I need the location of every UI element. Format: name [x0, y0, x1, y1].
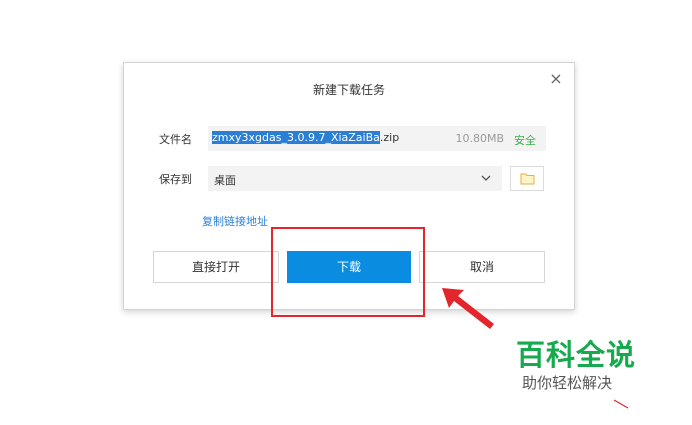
cancel-button[interactable]: 取消 [419, 251, 545, 283]
watermark-subtitle: 助你轻松解决 [522, 374, 613, 392]
file-size: 10.80MB [455, 132, 504, 145]
copy-link-address[interactable]: 复制链接地址 [202, 213, 268, 229]
filename-label: 文件名 [159, 133, 192, 146]
dialog-title: 新建下载任务 [312, 83, 385, 97]
folder-icon [520, 173, 535, 185]
watermark-title: 百科全说 [516, 338, 637, 372]
decorative-stroke [613, 399, 629, 409]
filename-text: zmxy3xgdas_3.0.9.7_XiaZaiBa.zip [212, 131, 399, 144]
filename-input[interactable]: zmxy3xgdas_3.0.9.7_XiaZaiBa.zip 10.80MB … [208, 126, 546, 151]
page: 新建下载任务 × 文件名 zmxy3xgdas_3.0.9.7_XiaZaiBa… [0, 0, 692, 425]
open-directly-button[interactable]: 直接打开 [153, 251, 279, 283]
filename-selected-text: zmxy3xgdas_3.0.9.7_XiaZaiBa [212, 131, 380, 144]
filename-extension: .zip [379, 131, 400, 144]
saveto-value: 桌面 [214, 174, 236, 187]
chevron-down-icon [481, 175, 491, 181]
saveto-label: 保存到 [159, 173, 192, 186]
highlight-box [271, 227, 425, 317]
close-icon[interactable]: × [548, 71, 564, 87]
saveto-select[interactable]: 桌面 [208, 166, 502, 191]
safe-badge: 安全 [514, 134, 536, 147]
browse-folder-button[interactable] [510, 166, 544, 191]
red-arrow-icon [442, 288, 494, 329]
